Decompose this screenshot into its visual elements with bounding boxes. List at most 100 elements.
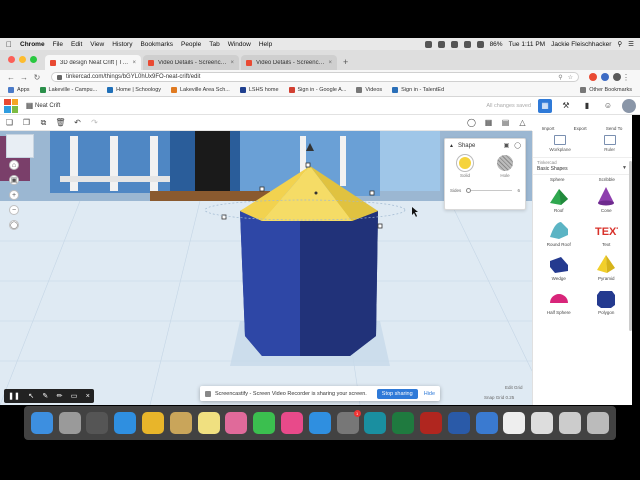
- close-tab-icon[interactable]: ×: [132, 60, 136, 66]
- apple-menu-icon[interactable]: : [6, 40, 12, 49]
- highlighter-icon[interactable]: ✏: [57, 392, 63, 400]
- shape-text[interactable]: TEXT Text: [583, 219, 631, 247]
- bluetooth-status-icon[interactable]: [450, 40, 458, 48]
- profile-icon[interactable]: [613, 73, 621, 81]
- mirror-icon[interactable]: △: [517, 117, 528, 128]
- ruler-button[interactable]: Ruler: [603, 135, 616, 157]
- itunes-icon[interactable]: [281, 412, 304, 434]
- collapse-caret-icon[interactable]: ▲: [449, 143, 454, 149]
- shape-wedge[interactable]: Wedge: [535, 253, 583, 281]
- close-tab-icon[interactable]: ×: [230, 60, 234, 66]
- user-name[interactable]: Jackie Fleischhacker: [551, 41, 611, 48]
- undo-icon[interactable]: ↶: [72, 117, 83, 128]
- tab-tinkercad[interactable]: 3D design Neat Crift | Tinkercad ×: [45, 55, 141, 70]
- align-icon[interactable]: ▤: [500, 117, 511, 128]
- stop-sharing-button[interactable]: Stop sharing: [376, 388, 418, 399]
- tinkercad-logo[interactable]: [4, 98, 18, 113]
- zoom-out-icon[interactable]: −: [9, 205, 19, 215]
- url-text[interactable]: tinkercad.com/things/bGYL0hUx9FO-neat-cr…: [66, 74, 558, 80]
- shape-cone[interactable]: Cone: [583, 185, 631, 213]
- menu-people[interactable]: People: [181, 41, 201, 48]
- shape-half-sphere[interactable]: Half Sphere: [535, 287, 583, 315]
- network-icon[interactable]: [475, 412, 498, 434]
- design-grid-icon[interactable]: ▦: [24, 100, 35, 111]
- safari-icon[interactable]: [114, 412, 137, 434]
- group-icon[interactable]: ▦: [483, 117, 494, 128]
- hammer-icon[interactable]: ⚒: [559, 99, 573, 113]
- sides-slider-knob[interactable]: [466, 188, 472, 193]
- hide-button[interactable]: Hide: [424, 391, 435, 397]
- search-icon[interactable]: ⚲: [558, 74, 562, 81]
- word-icon[interactable]: [447, 412, 470, 434]
- document-icon[interactable]: [503, 412, 526, 434]
- eraser-icon[interactable]: ▭: [71, 392, 78, 400]
- acrobat-icon[interactable]: [420, 412, 443, 434]
- menu-list-icon[interactable]: ☰: [628, 40, 634, 48]
- menu-chrome[interactable]: Chrome: [20, 41, 45, 48]
- sides-value[interactable]: 6: [517, 188, 520, 193]
- shape-label-sphere[interactable]: Sphere: [550, 177, 565, 182]
- menu-tab[interactable]: Tab: [209, 41, 219, 48]
- lock-icon[interactable]: ▣: [504, 142, 510, 149]
- bookmark-star-icon[interactable]: ☆: [568, 74, 573, 81]
- menu-file[interactable]: File: [53, 41, 63, 48]
- new-tab-button[interactable]: +: [343, 57, 348, 67]
- app-store-icon[interactable]: [308, 412, 331, 434]
- home-view-icon[interactable]: ⌂: [9, 160, 19, 170]
- battery-percent[interactable]: 86%: [490, 41, 503, 48]
- snap-grid-value[interactable]: 0.25: [506, 395, 515, 400]
- lightbulb-icon[interactable]: ◯: [466, 117, 477, 128]
- launchpad-icon[interactable]: [58, 412, 81, 434]
- hole-swatch[interactable]: [497, 155, 513, 171]
- snap-grid-control[interactable]: Snap Grid 0.25: [484, 395, 514, 400]
- bookmark-videos[interactable]: Videos: [356, 87, 382, 93]
- menu-help[interactable]: Help: [259, 41, 272, 48]
- bookmark-lakeville-area[interactable]: Lakeville Area Sch...: [171, 87, 230, 93]
- shape-pyramid[interactable]: Pyramid: [583, 253, 631, 281]
- messages-icon[interactable]: [253, 412, 276, 434]
- close-window-button[interactable]: [8, 56, 15, 63]
- other-bookmarks[interactable]: Other Bookmarks: [580, 87, 632, 93]
- redo-icon[interactable]: ↷: [89, 117, 100, 128]
- copy-icon[interactable]: ❏: [4, 117, 15, 128]
- preview-icon[interactable]: [531, 412, 554, 434]
- address-bar[interactable]: tinkercad.com/things/bGYL0hUx9FO-neat-cr…: [51, 72, 579, 82]
- chrome-icon[interactable]: [142, 412, 165, 434]
- design-title[interactable]: Neat Crift: [35, 103, 60, 109]
- view-cube[interactable]: [6, 134, 34, 158]
- lightbulb-icon[interactable]: ◯: [514, 142, 521, 149]
- bookmark-talented[interactable]: Sign in - TalentEd: [392, 87, 444, 93]
- edit-grid-button[interactable]: Edit Grid: [505, 385, 523, 390]
- shape-round-roof[interactable]: Round Roof: [535, 219, 583, 247]
- menu-bookmarks[interactable]: Bookmarks: [140, 41, 173, 48]
- system-preferences-icon[interactable]: 1: [336, 410, 361, 434]
- extension-icon[interactable]: [601, 73, 609, 81]
- shape-polygon[interactable]: Polygon: [583, 287, 631, 315]
- close-icon[interactable]: ×: [86, 393, 90, 400]
- bookmark-lshs-home[interactable]: LSHS home: [239, 87, 279, 93]
- hole-option[interactable]: Hole: [497, 155, 513, 178]
- menu-view[interactable]: View: [90, 41, 104, 48]
- close-tab-icon[interactable]: ×: [328, 60, 332, 66]
- fit-view-icon[interactable]: ▣: [9, 175, 19, 185]
- minimize-window-button[interactable]: [19, 56, 26, 63]
- stickies-icon[interactable]: [197, 412, 220, 434]
- back-icon[interactable]: ←: [6, 73, 16, 82]
- pen-icon[interactable]: ✎: [42, 392, 48, 400]
- shape-category-select[interactable]: Tinkercad Basic Shapes ▼: [533, 157, 632, 175]
- finder-icon[interactable]: [30, 412, 53, 434]
- paste-icon[interactable]: ❐: [21, 117, 32, 128]
- shape-label-scribble[interactable]: Scribble: [599, 177, 615, 182]
- bookmark-apps[interactable]: Apps: [8, 87, 30, 93]
- zoom-window-button[interactable]: [30, 56, 37, 63]
- volume-status-icon[interactable]: [476, 40, 484, 48]
- reload-icon[interactable]: ↻: [32, 73, 42, 82]
- tab-screencastify-2[interactable]: Video Details - Screencastify ×: [241, 55, 337, 70]
- cursor-icon[interactable]: ↖: [28, 392, 34, 400]
- bookmark-lakeville-campus[interactable]: Lakeville - Campu...: [39, 87, 97, 93]
- add-user-icon[interactable]: ☺: [601, 99, 615, 113]
- search-icon[interactable]: ⚲: [617, 40, 622, 48]
- zoom-in-icon[interactable]: +: [9, 190, 19, 200]
- sides-slider[interactable]: [466, 188, 513, 193]
- menu-edit[interactable]: Edit: [71, 41, 82, 48]
